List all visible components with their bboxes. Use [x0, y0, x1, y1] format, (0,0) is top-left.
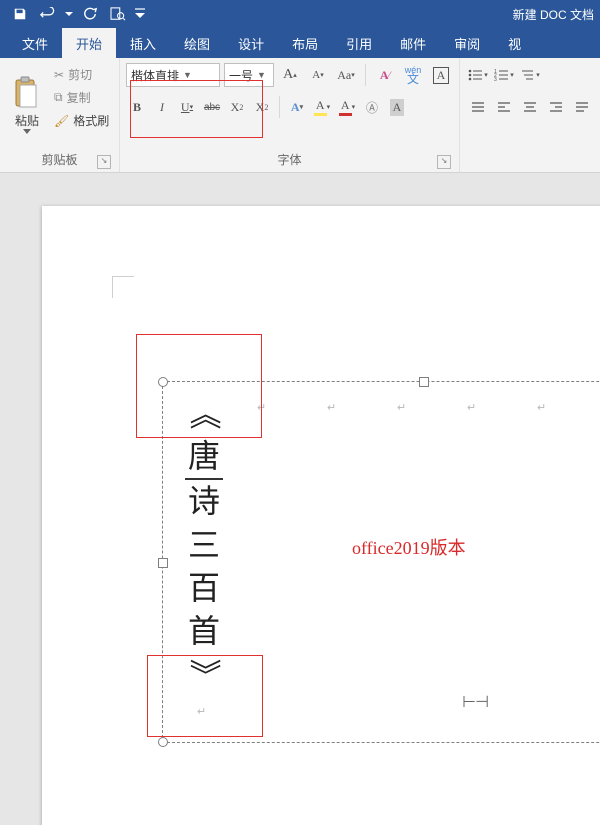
tab-layout[interactable]: 布局	[278, 28, 332, 58]
bold-button[interactable]: B	[126, 96, 148, 118]
copy-button[interactable]: ⧉ 复制	[54, 89, 109, 106]
tab-mailings[interactable]: 邮件	[386, 28, 440, 58]
separator	[365, 64, 366, 86]
clipboard-group-label: 剪贴板	[41, 153, 77, 167]
resize-handle[interactable]	[158, 737, 168, 747]
font-size-combo[interactable]: 一号▼	[224, 63, 274, 87]
document-title: 新建 DOC 文档	[513, 0, 594, 28]
resize-handle[interactable]	[419, 377, 429, 387]
copy-icon: ⧉	[54, 90, 63, 105]
clipboard-launcher[interactable]: ↘	[97, 155, 111, 169]
brush-icon: 🖌	[54, 114, 69, 128]
clear-format-button[interactable]: A⁄	[373, 63, 397, 87]
char-border-button[interactable]: A	[429, 63, 453, 87]
resize-handle[interactable]	[158, 558, 168, 568]
tab-insert[interactable]: 插入	[116, 28, 170, 58]
enclose-char-button[interactable]: Ⓐ	[361, 96, 383, 118]
qat-customize-button[interactable]	[132, 0, 148, 28]
paragraph-mark: ↵	[197, 705, 206, 718]
font-group-label: 字体	[277, 153, 301, 167]
qat-undo-more[interactable]	[62, 0, 76, 28]
shrink-font-button[interactable]: A▾	[306, 63, 330, 87]
align-right-button[interactable]	[544, 95, 568, 119]
align-distributed-button[interactable]	[466, 95, 490, 119]
paste-button[interactable]: 粘贴	[15, 112, 39, 129]
chevron-down-icon: ▼	[257, 70, 266, 80]
font-name-combo[interactable]: 楷体直排▼	[126, 63, 220, 87]
char-shading-button[interactable]: A	[386, 96, 408, 118]
resize-handle[interactable]	[158, 377, 168, 387]
tab-home[interactable]: 开始	[62, 28, 116, 58]
strike-button[interactable]: abc	[201, 96, 223, 118]
margin-crop-mark	[112, 276, 134, 298]
font-color-button[interactable]: A▾	[336, 96, 358, 118]
subscript-button[interactable]: X2	[226, 96, 248, 118]
vertical-text[interactable]: 《 唐 诗 三 百 首 》	[185, 392, 223, 696]
align-justify-button[interactable]	[570, 95, 594, 119]
scissors-icon: ✂	[54, 68, 64, 82]
qat-save-button[interactable]	[6, 0, 34, 28]
highlight-button[interactable]: A▾	[311, 96, 333, 118]
superscript-button[interactable]: X2	[251, 96, 273, 118]
svg-text:3: 3	[494, 77, 497, 82]
font-launcher[interactable]: ↘	[437, 155, 451, 169]
underline-button[interactable]: U▾	[176, 96, 198, 118]
change-case-button[interactable]: Aa▾	[334, 63, 358, 87]
qat-preview-button[interactable]	[104, 0, 132, 28]
tab-design[interactable]: 设计	[224, 28, 278, 58]
paste-dropdown[interactable]	[23, 129, 31, 135]
cursor-ibeam: ⊢⊣	[462, 692, 488, 712]
tab-view[interactable]: 视	[494, 28, 535, 58]
paste-icon[interactable]	[13, 76, 41, 110]
numbering-button[interactable]: 123▾	[492, 63, 516, 87]
tab-file[interactable]: 文件	[8, 28, 62, 58]
tab-review[interactable]: 审阅	[440, 28, 494, 58]
phonetic-guide-button[interactable]: wén文	[401, 63, 425, 87]
qat-undo-button[interactable]	[34, 0, 62, 28]
text-box[interactable]: 《 唐 诗 三 百 首 》 ↵ ⊢⊣	[162, 381, 600, 743]
text-effects-button[interactable]: A▾	[286, 96, 308, 118]
tab-references[interactable]: 引用	[332, 28, 386, 58]
qat-redo-button[interactable]	[76, 0, 104, 28]
annotation-text: office2019版本	[352, 534, 466, 560]
chevron-down-icon: ▼	[183, 70, 192, 80]
tab-draw[interactable]: 绘图	[170, 28, 224, 58]
document-page[interactable]: ↵ ↵ ↵ ↵ ↵ 《 唐 诗 三 百 首 》	[42, 206, 600, 825]
cut-button[interactable]: ✂ 剪切	[54, 66, 109, 83]
align-center-button[interactable]	[518, 95, 542, 119]
italic-button[interactable]: I	[151, 96, 173, 118]
grow-font-button[interactable]: A▴	[278, 63, 302, 87]
multilevel-button[interactable]: ▾	[518, 63, 542, 87]
separator	[279, 96, 280, 118]
align-left-button[interactable]	[492, 95, 516, 119]
format-painter-button[interactable]: 🖌 格式刷	[54, 112, 109, 129]
bullets-button[interactable]: ▾	[466, 63, 490, 87]
